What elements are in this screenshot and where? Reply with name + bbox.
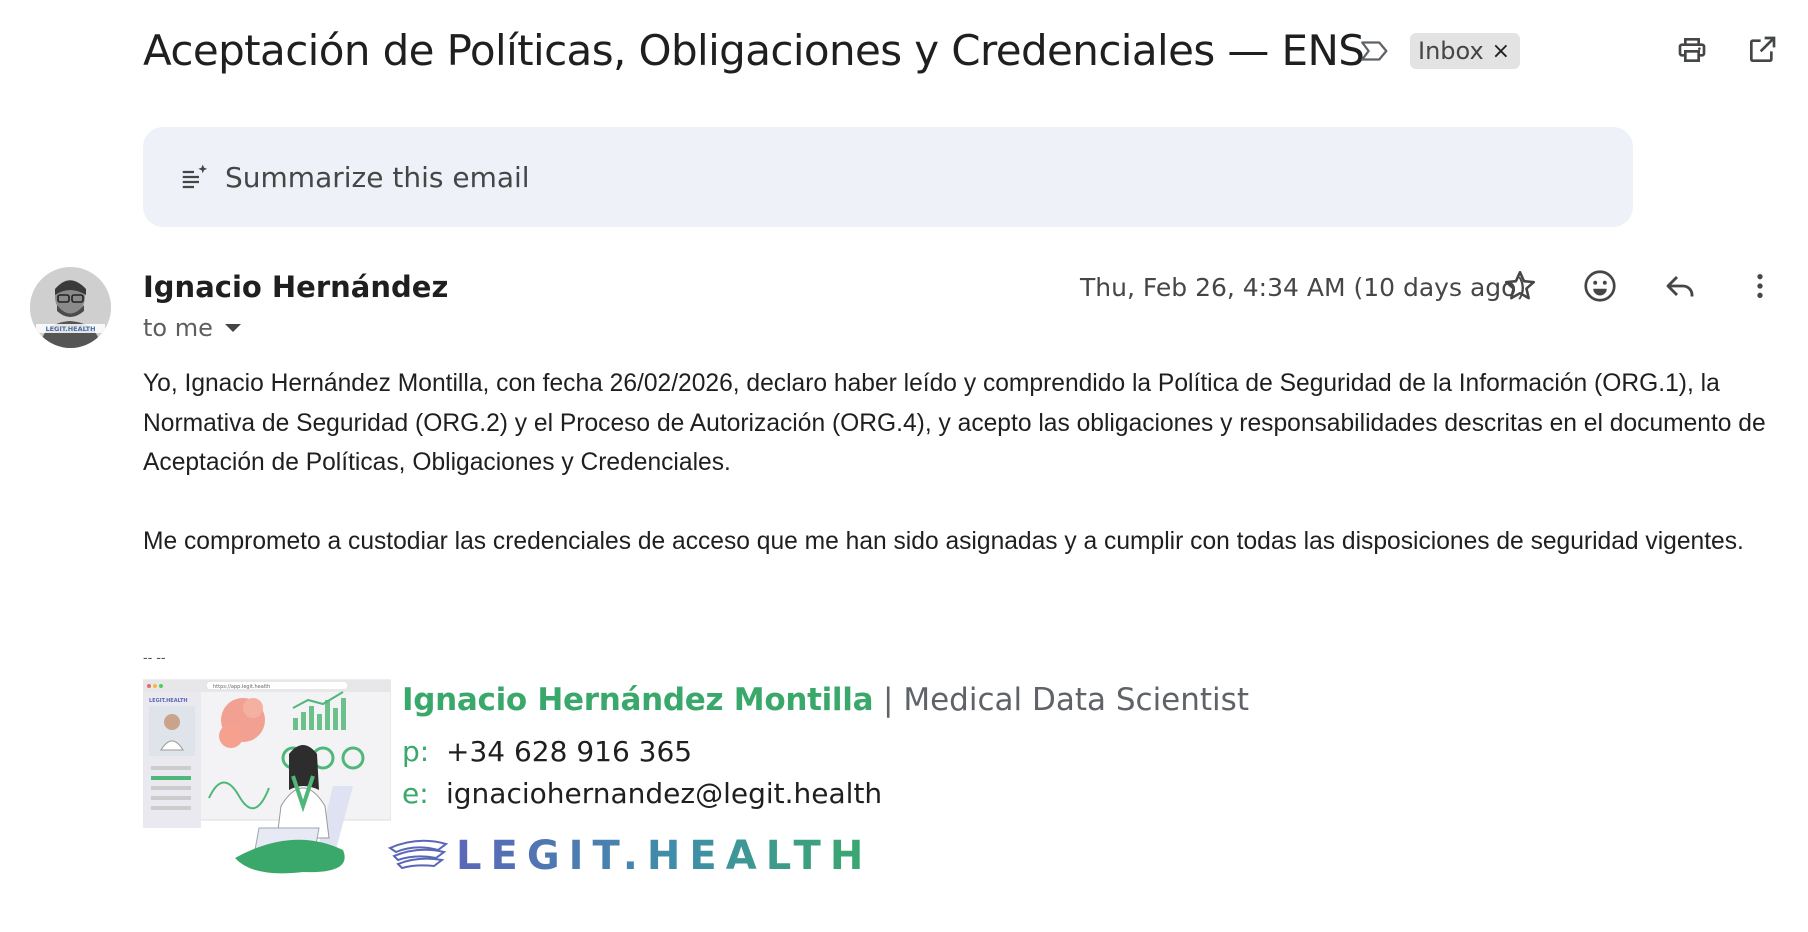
signature-separator: -- -- [143,649,166,665]
inbox-label-chip: Inbox × [1410,33,1521,69]
recipient-details-toggle[interactable]: to me [143,314,241,342]
label-chip-text: Inbox [1418,37,1484,65]
label-important-icon[interactable] [1358,34,1392,68]
illustration-logo-text: LEGIT.HEALTH [149,698,188,704]
signature-title: Medical Data Scientist [903,682,1249,718]
logo-text: LEGIT.HEALTH [456,833,873,879]
signature-name-line: Ignacio Hernández Montilla | Medical Dat… [402,682,1249,718]
more-options-button[interactable] [1740,266,1780,306]
signature-email-link[interactable]: ignaciohernandez@legit.health [446,777,882,810]
reply-icon [1666,275,1694,297]
chevron-down-icon [224,324,241,332]
print-button[interactable] [1672,30,1712,70]
star-outline-icon [1504,270,1536,300]
signature-phone[interactable]: +34 628 916 365 [446,735,692,768]
reply-button[interactable] [1660,266,1700,306]
sender-name[interactable]: Ignacio Hernández [143,270,448,304]
open-in-new-window-button[interactable] [1742,30,1782,70]
signature-email-row: e: ignaciohernandez@legit.health [402,777,882,810]
body-paragraph: Yo, Ignacio Hernández Montilla, con fech… [143,370,1766,476]
summarize-sparkle-icon [179,162,209,192]
signature-phone-row: p: +34 628 916 365 [402,735,692,768]
star-button[interactable] [1500,266,1540,306]
message-date: Thu, Feb 26, 4:34 AM (10 days ago) [1080,273,1527,302]
more-vert-icon [1757,274,1763,298]
illustration-url-text: https://app.legit.health [213,684,270,690]
phone-label: p: [402,735,430,768]
recipient-text: to me [143,314,213,342]
email-subject: Aceptación de Políticas, Obligaciones y … [143,26,1365,75]
body-paragraph: Me comprometo a custodiar las credencial… [143,528,1744,555]
print-icon [1678,38,1706,62]
remove-label-icon[interactable]: × [1492,39,1510,64]
sender-avatar[interactable]: LEGIT.HEALTH [30,267,111,348]
emoji-react-icon [1584,270,1616,302]
signature-illustration: https://app.legit.health LEGIT.HEALTH [142,678,392,878]
legit-health-logo[interactable]: LEGIT.HEALTH [388,828,863,884]
summarize-label: Summarize this email [225,160,530,194]
open-in-new-window-icon [1750,36,1776,62]
summarize-email-button[interactable]: Summarize this email [143,127,1633,227]
avatar-logo-text: LEGIT.HEALTH [45,325,95,333]
email-label: e: [402,777,429,810]
signature-name: Ignacio Hernández Montilla [402,682,874,718]
add-reaction-button[interactable] [1580,266,1620,306]
signature-divider: | [873,682,904,718]
logo-wings-icon [388,839,449,870]
